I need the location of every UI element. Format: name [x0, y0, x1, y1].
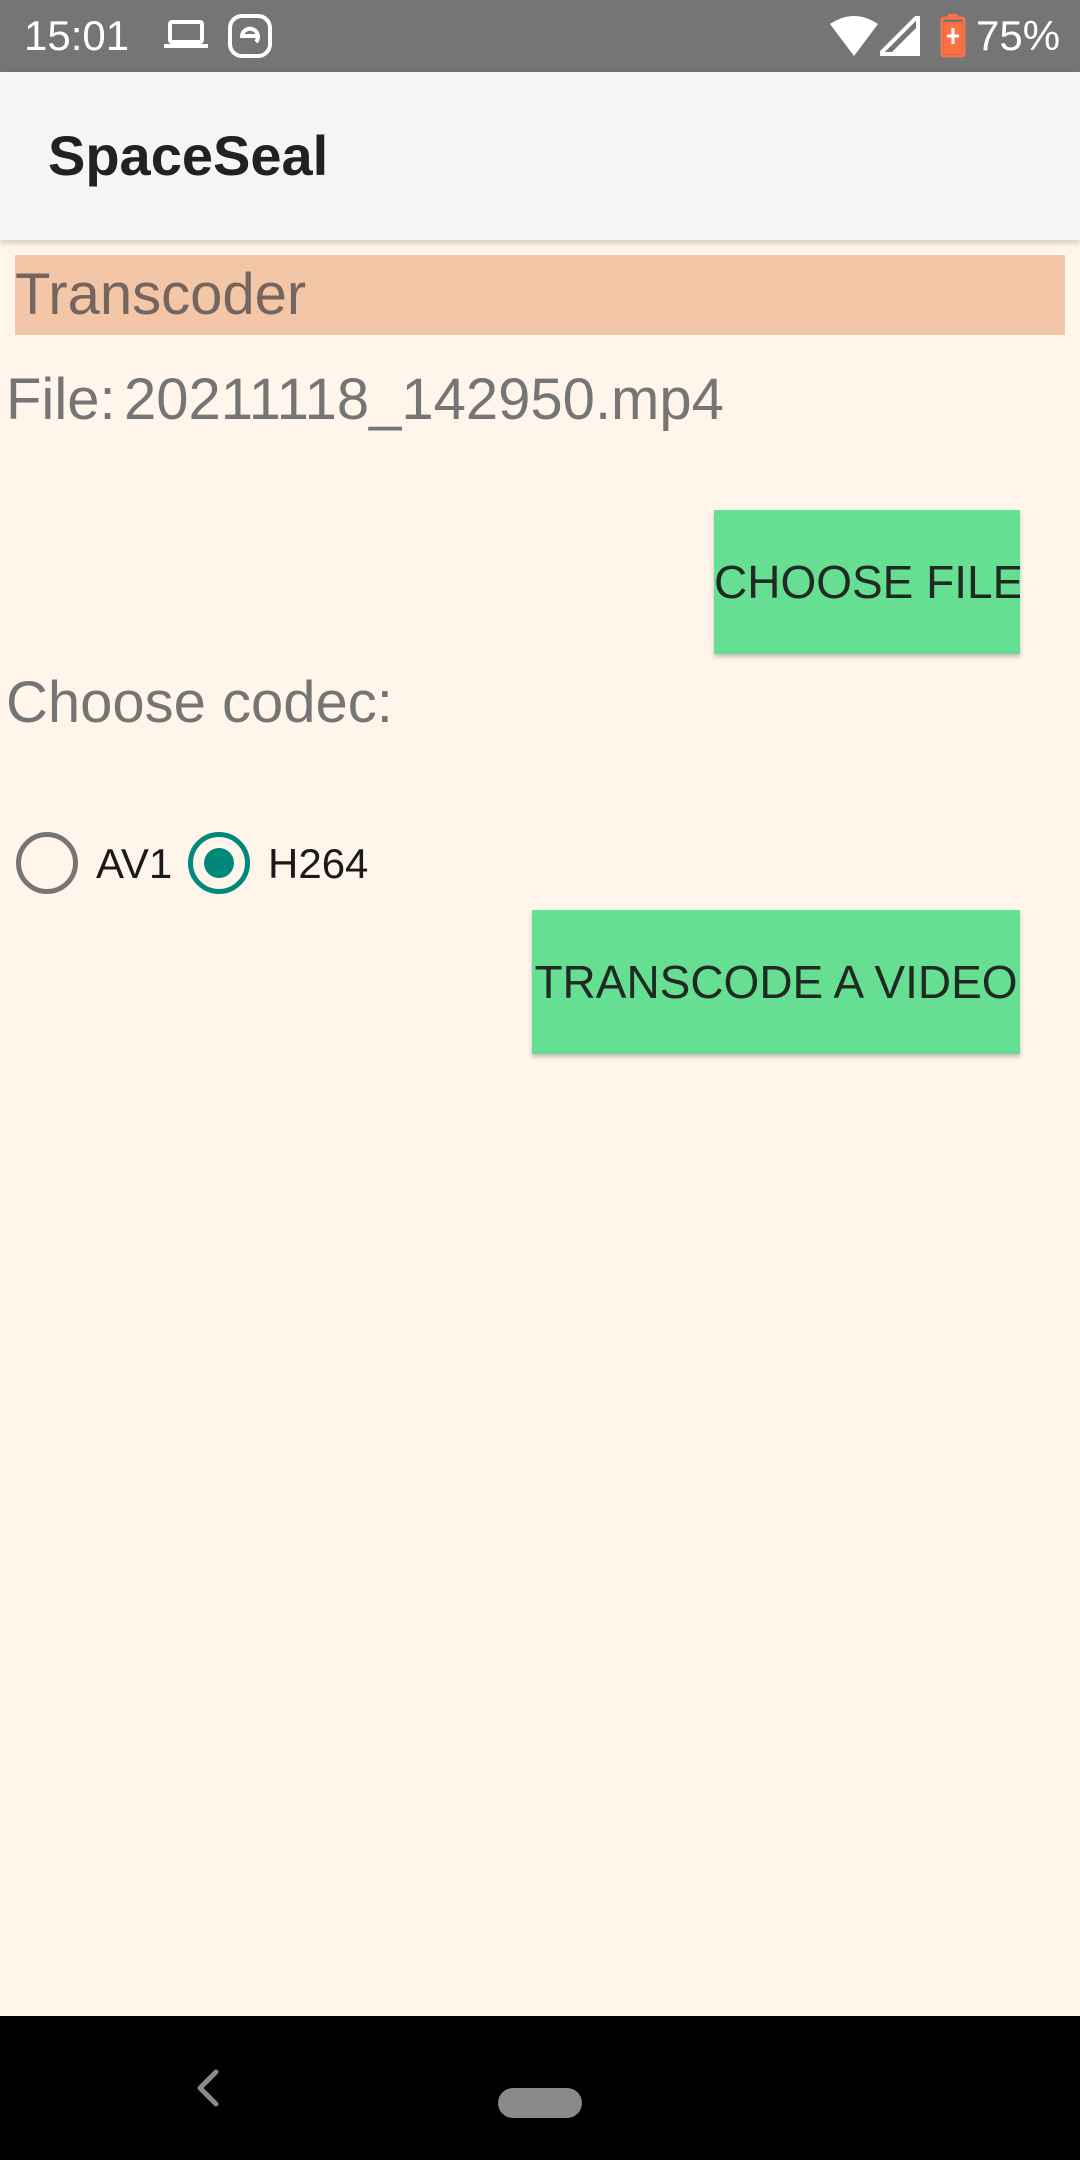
battery-icon: [940, 14, 966, 63]
section-header: Transcoder: [15, 255, 1065, 335]
codec-label: Choose codec:: [6, 670, 393, 735]
e-icon: [228, 14, 272, 63]
radio-av1[interactable]: [16, 832, 78, 894]
transcode-button[interactable]: TRANSCODE A VIDEO: [532, 910, 1020, 1054]
home-pill[interactable]: [498, 2088, 582, 2118]
radio-av1-label[interactable]: AV1: [96, 838, 172, 890]
radio-selected-dot: [204, 848, 234, 878]
wifi-icon: [830, 16, 878, 61]
status-bar: 15:01 75%: [0, 0, 1080, 72]
app-bar: SpaceSeal: [0, 72, 1080, 240]
back-icon[interactable]: [188, 2066, 228, 2115]
signal-icon: [875, 11, 920, 61]
laptop-icon: [164, 20, 208, 55]
section-title: Transcoder: [15, 262, 307, 327]
choose-file-button[interactable]: CHOOSE FILE: [714, 510, 1020, 654]
radio-h264[interactable]: [188, 832, 250, 894]
app-title: SpaceSeal: [48, 124, 329, 187]
battery-percent: 75%: [976, 12, 1061, 59]
radio-h264-label[interactable]: H264: [268, 838, 368, 890]
file-label: File:: [6, 367, 116, 432]
file-name: 20211118_142950.mp4: [124, 367, 724, 432]
status-time: 15:01: [24, 12, 130, 59]
navigation-bar: [0, 2016, 1080, 2160]
codec-radio-group: AV1 H264: [16, 832, 416, 898]
